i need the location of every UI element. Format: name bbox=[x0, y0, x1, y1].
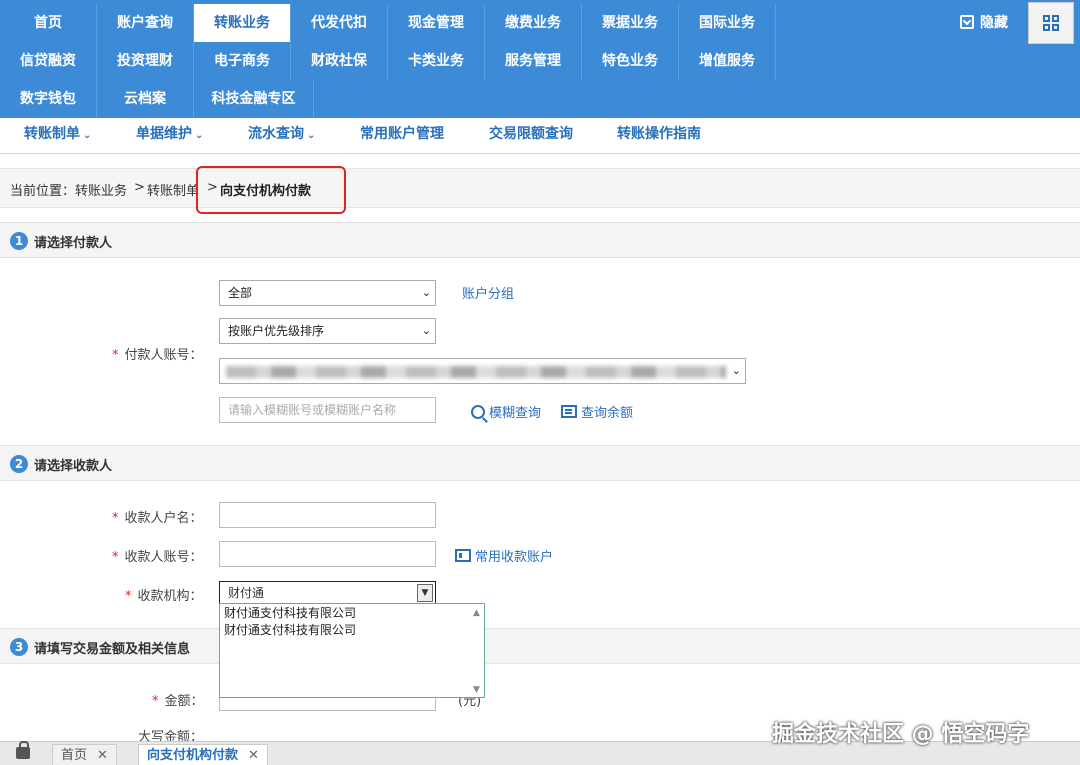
breadcrumb-separator: > bbox=[134, 180, 145, 195]
dropdown-option[interactable]: 财付通支付科技有限公司 bbox=[220, 605, 484, 622]
close-icon[interactable]: ✕ bbox=[248, 748, 259, 763]
nav-item-cards[interactable]: 卡类业务 bbox=[388, 42, 485, 80]
payee-name-label: * 收款人户名： bbox=[112, 511, 203, 526]
section-payee-header: 2 请选择收款人 bbox=[0, 445, 1080, 481]
subnav-flow-query[interactable]: 流水查询 ⌄ bbox=[248, 118, 315, 154]
amount-label: * 金额： bbox=[152, 694, 204, 709]
payee-org-label: * 收款机构： bbox=[125, 589, 203, 604]
query-balance-button[interactable]: 查询余额 bbox=[561, 402, 633, 421]
nav-item-transfer[interactable]: 转账业务 bbox=[194, 4, 291, 42]
subnav-limit-query[interactable]: 交易限额查询 bbox=[489, 118, 573, 154]
chevron-down-icon: ⌄ bbox=[307, 130, 316, 141]
nav-item-international[interactable]: 国际业务 bbox=[679, 4, 776, 42]
app-grid-button[interactable] bbox=[1028, 2, 1074, 44]
lock-icon[interactable] bbox=[16, 741, 30, 759]
nav-item-cloud-archive[interactable]: 云档案 bbox=[97, 80, 194, 118]
section-payer-header: 1 请选择付款人 bbox=[0, 222, 1080, 258]
nav-row-2: 信贷融资 投资理财 电子商务 财政社保 卡类业务 服务管理 特色业务 增值服务 bbox=[0, 42, 776, 80]
tab-home[interactable]: 首页 ✕ bbox=[52, 744, 117, 765]
nav-item-payroll[interactable]: 代发代扣 bbox=[291, 4, 388, 42]
step-number: 1 bbox=[10, 232, 28, 250]
hide-button[interactable]: 隐藏 bbox=[960, 12, 1008, 32]
nav-item-service-mgmt[interactable]: 服务管理 bbox=[485, 42, 582, 80]
subnav-common-accounts[interactable]: 常用账户管理 bbox=[360, 118, 444, 154]
nav-item-featured[interactable]: 特色业务 bbox=[582, 42, 679, 80]
payee-org-combobox[interactable]: 财付通 ▼ bbox=[219, 581, 436, 605]
nav-item-account-query[interactable]: 账户查询 bbox=[97, 4, 194, 42]
subnav-transfer-create[interactable]: 转账制单 ⌄ bbox=[24, 118, 91, 154]
section-title: 请选择付款人 bbox=[34, 236, 113, 251]
account-group-select[interactable]: 全部 ⌄ bbox=[219, 280, 436, 306]
nav-item-payment[interactable]: 缴费业务 bbox=[485, 4, 582, 42]
payee-org-dropdown: 财付通支付科技有限公司 财付通支付科技有限公司 ▲ ▼ bbox=[219, 603, 485, 698]
payee-name-input[interactable] bbox=[219, 502, 436, 528]
section-title: 请填写交易金额及相关信息 bbox=[34, 642, 191, 657]
close-icon[interactable]: ✕ bbox=[97, 748, 108, 763]
scroll-down-icon[interactable]: ▼ bbox=[473, 685, 480, 695]
sort-select[interactable]: 按账户优先级排序 ⌄ bbox=[219, 318, 436, 344]
chevron-down-icon: ⌄ bbox=[421, 286, 431, 299]
chevron-down-icon: ⌄ bbox=[731, 364, 741, 377]
subnav-guide[interactable]: 转账操作指南 bbox=[617, 118, 701, 154]
nav-item-value-added[interactable]: 增值服务 bbox=[679, 42, 776, 80]
chevron-down-icon: ⌄ bbox=[421, 324, 431, 337]
section-title: 请选择收款人 bbox=[34, 459, 113, 474]
nav-item-bills[interactable]: 票据业务 bbox=[582, 4, 679, 42]
nav-item-finance-social[interactable]: 财政社保 bbox=[291, 42, 388, 80]
account-group-link[interactable]: 账户分组 bbox=[462, 283, 514, 302]
nav-item-credit[interactable]: 信贷融资 bbox=[0, 42, 97, 80]
subnav-document-maintenance[interactable]: 单据维护 ⌄ bbox=[136, 118, 203, 154]
step-number: 3 bbox=[10, 638, 28, 656]
payer-account-label: * 付款人账号： bbox=[112, 348, 203, 363]
payee-account-input[interactable] bbox=[219, 541, 436, 567]
section-amount-header: 3 请填写交易金额及相关信息 bbox=[0, 628, 1080, 664]
tab-pay-to-payment-org[interactable]: 向支付机构付款 ✕ bbox=[138, 744, 268, 765]
grid-icon bbox=[1043, 15, 1059, 31]
payee-account-label: * 收款人账号： bbox=[112, 550, 203, 565]
nav-item-ecommerce[interactable]: 电子商务 bbox=[194, 42, 291, 80]
blurred-account-number bbox=[226, 366, 726, 378]
fuzzy-search-button[interactable]: 模糊查询 bbox=[471, 402, 541, 421]
breadcrumb: 当前位置： 转账业务 > 转账制单 > 向支付机构付款 bbox=[0, 168, 1080, 208]
nav-item-digital-wallet[interactable]: 数字钱包 bbox=[0, 80, 97, 118]
contact-card-icon bbox=[455, 549, 471, 562]
scroll-up-icon[interactable]: ▲ bbox=[473, 608, 480, 618]
breadcrumb-item-create[interactable]: 转账制单 bbox=[147, 180, 199, 199]
collapse-icon bbox=[960, 15, 974, 29]
breadcrumb-prefix: 当前位置： bbox=[10, 184, 76, 199]
dropdown-scrollbar[interactable]: ▲ ▼ bbox=[470, 604, 484, 697]
balance-icon bbox=[561, 405, 577, 418]
highlight-annotation bbox=[196, 166, 346, 214]
nav-item-investment[interactable]: 投资理财 bbox=[97, 42, 194, 80]
chevron-down-icon: ⌄ bbox=[195, 130, 204, 141]
account-search-input[interactable]: 请输入模糊账号或模糊账户名称 bbox=[219, 397, 436, 423]
hide-label: 隐藏 bbox=[980, 15, 1008, 31]
dropdown-option[interactable]: 财付通支付科技有限公司 bbox=[220, 622, 484, 639]
search-icon bbox=[471, 404, 485, 419]
dropdown-arrow-icon[interactable]: ▼ bbox=[417, 584, 433, 602]
nav-row-3: 数字钱包 云档案 科技金融专区 bbox=[0, 80, 314, 118]
nav-row-1: 首页 账户查询 转账业务 代发代扣 现金管理 缴费业务 票据业务 国际业务 bbox=[0, 4, 776, 42]
top-nav: 首页 账户查询 转账业务 代发代扣 现金管理 缴费业务 票据业务 国际业务 信贷… bbox=[0, 0, 1080, 118]
chevron-down-icon: ⌄ bbox=[83, 130, 92, 141]
step-number: 2 bbox=[10, 455, 28, 473]
nav-item-cash-management[interactable]: 现金管理 bbox=[388, 4, 485, 42]
watermark: 掘金技术社区 @ 悟空码字 bbox=[772, 722, 1030, 747]
common-payee-accounts-button[interactable]: 常用收款账户 bbox=[455, 546, 553, 565]
nav-item-tech-finance[interactable]: 科技金融专区 bbox=[194, 80, 314, 118]
nav-item-home[interactable]: 首页 bbox=[0, 4, 97, 42]
sub-nav: 转账制单 ⌄ 单据维护 ⌄ 流水查询 ⌄ 常用账户管理 交易限额查询 转账操作指南 bbox=[0, 118, 1080, 154]
breadcrumb-item-transfer[interactable]: 转账业务 bbox=[75, 180, 127, 199]
